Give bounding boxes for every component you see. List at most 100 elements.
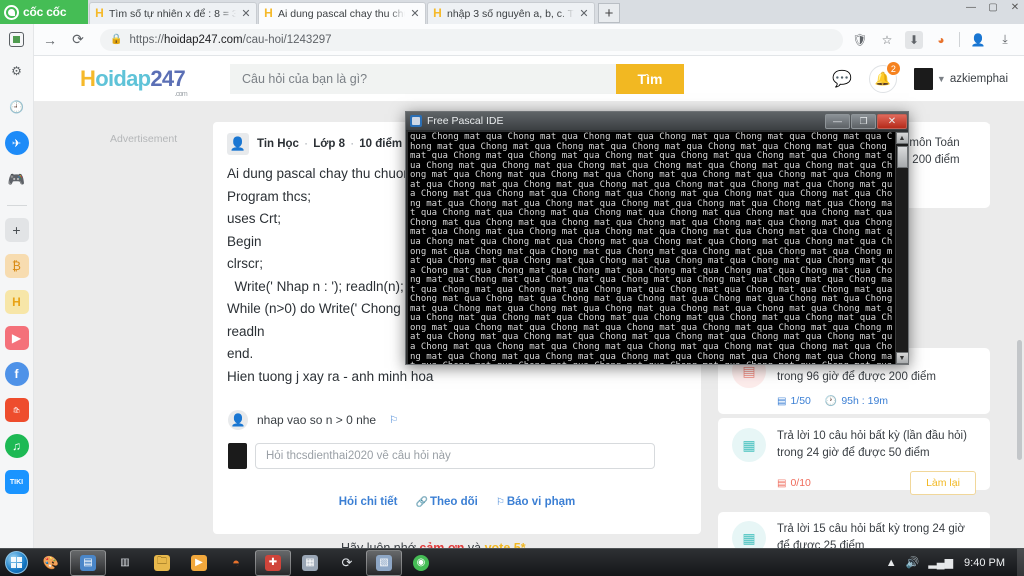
pascal-console-scrollbar[interactable]: ▲ ▼ <box>895 132 908 364</box>
browser-tab-1[interactable]: H Ai dung pascal chay thu chuong tr ✕ <box>258 2 426 24</box>
taskbar-clock[interactable]: 9:40 PM <box>962 557 1005 569</box>
taskbar-app-redcross[interactable]: ✚ <box>255 549 291 576</box>
site-logo[interactable]: Hoidap247 .com <box>80 66 188 98</box>
pascal-close-icon[interactable]: ✕ <box>877 113 907 129</box>
mission-time-value: 95h : 19m <box>841 395 889 407</box>
rail-item-spotify[interactable]: ♫ <box>4 434 29 458</box>
show-desktop-button[interactable] <box>1017 548 1024 576</box>
coccoc-brand-logo[interactable]: cốc cốc <box>0 0 88 24</box>
logo-part-2: oidap <box>95 66 151 91</box>
tab-close-icon[interactable]: ✕ <box>409 7 421 20</box>
taskbar-app-media-player[interactable]: ▶ <box>181 550 217 576</box>
rail-item-add-shortcut[interactable]: + <box>4 218 29 242</box>
report-link[interactable]: ⚐ Báo vi phạm <box>496 496 575 508</box>
shield-icon[interactable]: 🛡 <box>851 31 869 49</box>
coccoc-icon[interactable]: ◕ <box>932 31 950 49</box>
taskbar-app-paint[interactable]: 🎨 <box>33 550 69 576</box>
pascal-maximize-icon[interactable]: ❐ <box>851 113 876 129</box>
pascal-minimize-icon[interactable]: — <box>825 113 850 129</box>
browser-tab-0[interactable]: H Tìm số tự nhiên x để : 8 = 3 + 7 = ✕ <box>89 2 257 24</box>
bookmark-star-icon[interactable]: ☆ <box>878 31 896 49</box>
rail-item-screenshot[interactable] <box>9 32 24 47</box>
tab-favicon-icon: H <box>433 6 442 20</box>
page-scrollbar-thumb[interactable] <box>1017 340 1022 460</box>
tab-close-icon[interactable]: ✕ <box>240 7 252 20</box>
rail-item-shopee[interactable]: 🛍 <box>4 398 29 422</box>
taskbar-app-explorer[interactable]: ▤ <box>70 549 106 576</box>
scrollbar-thumb[interactable] <box>896 146 908 168</box>
list-icon: ▤ <box>777 477 787 489</box>
rail-item-hoidap[interactable]: H <box>4 290 29 314</box>
volume-icon[interactable]: 🔊 <box>906 556 920 569</box>
search-button[interactable]: Tìm <box>615 64 684 94</box>
downloads-tray-icon[interactable]: ⤓ <box>996 31 1014 49</box>
taskbar-app-document[interactable]: ▦ <box>292 550 328 576</box>
reply-input[interactable] <box>255 443 655 469</box>
browser-tab-2[interactable]: H nhập 3 số nguyên a, b, c. Tính tổn ✕ <box>427 2 595 24</box>
logo-part-3: 247 <box>150 66 185 91</box>
avatar <box>913 68 933 90</box>
window-maximize-icon[interactable]: ▢ <box>986 2 1000 13</box>
taskbar-app-firefox[interactable]: ◓ <box>218 550 254 576</box>
rail-item-messenger[interactable]: ✈ <box>4 131 29 155</box>
equalizer-icon: ▥ <box>120 557 130 568</box>
rail-item-settings[interactable]: ⚙ <box>5 59 29 83</box>
pascal-window-title: Free Pascal IDE <box>427 115 504 127</box>
rail-item-binance[interactable]: ₿ <box>4 254 29 278</box>
pascal-console[interactable]: qua Chong mat qua Chong mat qua Chong ma… <box>408 132 908 364</box>
notifications[interactable]: 🔔 2 <box>868 61 901 93</box>
forward-arrow-icon[interactable]: → <box>36 26 64 54</box>
mission-card-2: ▦ Trả lời 15 câu hỏi bất kỳ trong 24 giờ… <box>718 512 990 555</box>
taskbar-app-coccoc[interactable]: ◉ <box>403 550 439 576</box>
new-tab-button[interactable]: + <box>598 3 620 23</box>
explorer-icon: ▤ <box>80 554 96 571</box>
mission-body: Trả lời 10 câu hỏi bất kỳ (lần đầu hỏi) … <box>777 428 976 495</box>
flag-icon[interactable]: ⚐ <box>385 415 398 426</box>
tab-title: Tìm số tự nhiên x để : 8 = 3 + 7 = <box>109 7 236 20</box>
pascal-console-output: qua Chong mat qua Chong mat qua Chong ma… <box>408 132 895 364</box>
taskbar-app-sync[interactable]: ⟳ <box>329 550 365 576</box>
start-orb-icon <box>4 551 28 574</box>
rail-item-tiki[interactable]: TIKI <box>4 470 29 494</box>
start-button[interactable] <box>0 549 32 576</box>
rail-item-facebook[interactable]: f <box>4 362 29 386</box>
follow-link[interactable]: 🔗 Theo dõi <box>416 496 478 508</box>
chat-bubble-icon[interactable]: 💬 <box>832 69 852 89</box>
url-path: /cau-hoi/1243297 <box>242 33 332 46</box>
taskbar-app-equalizer[interactable]: ▥ <box>107 550 143 576</box>
rail-item-history[interactable]: 🕘 <box>5 95 29 119</box>
rail-item-youtube[interactable]: ▶ <box>4 326 29 350</box>
mission-progress: ▤ 0/10 <box>777 477 811 489</box>
tray-chevron-icon[interactable]: ▲ <box>886 557 897 569</box>
tab-close-icon[interactable]: ✕ <box>578 7 590 20</box>
redcross-icon: ✚ <box>265 554 281 571</box>
redo-button[interactable]: Làm lại <box>910 471 976 495</box>
reload-icon[interactable]: ⟳ <box>64 26 92 54</box>
browser-navigation-bar: ← → ⟳ 🔒 https://hoidap247.com/cau-hoi/12… <box>0 24 1024 56</box>
taskbar-app-folder[interactable]: 🗀 <box>144 550 180 576</box>
free-pascal-ide-window[interactable]: Free Pascal IDE — ❐ ✕ qua Chong mat qua … <box>405 111 909 365</box>
pascal-console-text: qua Chong mat qua Chong mat qua Chong ma… <box>410 132 893 364</box>
folder-icon: 🗀 <box>154 554 170 571</box>
rail-item-games[interactable]: 🎮 <box>5 167 29 191</box>
scroll-down-icon[interactable]: ▼ <box>895 352 908 364</box>
window-close-icon[interactable]: ✕ <box>1008 2 1022 13</box>
ask-detail-link[interactable]: Hỏi chi tiết <box>339 496 398 508</box>
media-player-icon: ▶ <box>191 554 207 571</box>
profile-icon[interactable]: 👤 <box>969 31 987 49</box>
network-signal-icon[interactable]: ▂▄▆ <box>928 556 953 569</box>
taskbar-app-pascal[interactable]: ▧ <box>366 549 402 576</box>
question-actions: Hỏi chi tiết 🔗 Theo dõi ⚐ Báo vi phạm <box>213 496 701 508</box>
search-input[interactable] <box>229 64 616 94</box>
user-menu[interactable]: ▼ azkiemphai <box>913 68 1008 90</box>
mission-progress-value: 0/10 <box>790 477 811 489</box>
system-tray: ▲ 🔊 ▂▄▆ 9:40 PM <box>886 556 1011 570</box>
advertisement-label: Advertisement <box>110 133 178 145</box>
screen-root: cốc cốc H Tìm số tự nhiên x để : 8 = 3 +… <box>0 0 1024 576</box>
pascal-title-bar[interactable]: Free Pascal IDE — ❐ ✕ <box>406 112 908 131</box>
scroll-up-icon[interactable]: ▲ <box>895 132 908 144</box>
download-arrow-icon[interactable]: ⬇ <box>905 30 923 49</box>
address-bar[interactable]: 🔒 https://hoidap247.com/cau-hoi/1243297 <box>100 28 843 51</box>
window-minimize-icon[interactable]: — <box>964 2 978 13</box>
link-icon: 🔗 <box>415 497 428 508</box>
